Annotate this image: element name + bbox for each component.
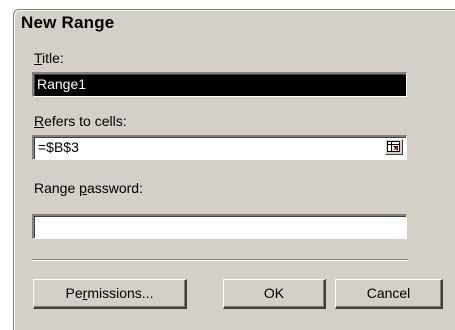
title-input-value: Range1 <box>36 76 88 92</box>
ok-button-label: OK <box>263 285 285 301</box>
title-label: Title: <box>34 50 64 66</box>
range-password-input[interactable] <box>32 214 407 239</box>
collapse-dialog-button[interactable] <box>385 139 403 155</box>
title-bar[interactable]: New Range <box>14 10 455 36</box>
refers-to-cells-label: Refers to cells: <box>34 113 127 129</box>
permissions-label-prefix: Pe <box>65 285 83 301</box>
dialog-title: New Range <box>21 13 115 32</box>
refers-label-mnemonic: R <box>34 113 45 129</box>
separator <box>32 259 408 261</box>
cancel-button[interactable]: Cancel <box>335 279 443 309</box>
refers-label-rest: efers to cells: <box>44 113 127 129</box>
title-input[interactable]: Range1 <box>32 72 407 97</box>
permissions-button[interactable]: Permissions... <box>33 279 187 309</box>
password-label-rest: assword: <box>86 180 143 196</box>
cancel-button-label: Cancel <box>366 285 411 301</box>
password-label-mnemonic: p <box>79 180 87 196</box>
range-password-label: Range password: <box>34 180 143 196</box>
title-label-rest: itle: <box>42 50 64 66</box>
refers-to-cells-input[interactable]: =$B$3 <box>32 135 407 160</box>
ok-button[interactable]: OK <box>223 279 326 309</box>
refers-to-cells-value: =$B$3 <box>38 139 79 155</box>
new-range-dialog: New Range Title: Range1 Refers to cells:… <box>13 9 455 330</box>
title-label-mnemonic: T <box>34 50 43 66</box>
permissions-label-rest: missions... <box>87 285 154 301</box>
password-label-prefix: Range <box>34 180 80 196</box>
